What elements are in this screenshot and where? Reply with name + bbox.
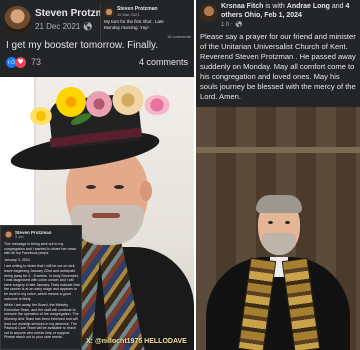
right-post-panel: Krsnaa Fitch is with Andrae Long and 4 o… [196,0,360,350]
note-paragraph: While I am away, the Board, the Ministry… [4,303,79,340]
note-paragraph: I am writing to share that I will be out… [4,264,80,301]
comments-link[interactable]: 4 comments [139,57,188,67]
avatar [104,7,114,17]
embedded-post-text: My turn for the first shot . Late Monday… [104,19,164,30]
avatar[interactable] [4,6,31,33]
avatar [4,230,13,239]
flower [56,87,86,117]
embedded-comment-count: 15 comments [166,34,191,39]
post-photo[interactable] [196,107,360,350]
flower [30,107,52,125]
embedded-post[interactable]: Steven Protzman 12 Mar 2021 My turn for … [100,3,194,43]
post-date[interactable]: 21 Dec 2021 🌎︎ [35,22,93,31]
post-text: Please say a prayer for our friend and m… [200,32,356,101]
flower [112,85,144,115]
note-paragraph: January 3, 2024 [4,257,30,262]
embedded-post-date: 12 Mar 2021 [117,12,140,17]
left-post-panel: Steven Protzman 21 Dec 2021 🌎︎ Steven Pr… [0,0,194,350]
love-icon[interactable]: ♥ [15,57,26,68]
flower [144,95,170,115]
reaction-row: 👍︎ ♥ 73 4 comments [6,57,190,69]
post-header-line: Krsnaa Fitch is with Andrae Long and 4 o… [221,3,350,19]
author-name[interactable]: Krsnaa Fitch [221,3,263,10]
reaction-count[interactable]: 73 [31,57,41,67]
watermark: X: @nillocht1975 HELLODAVE [86,338,187,345]
globe-icon: · 🌎︎ [231,21,243,28]
tagged-person[interactable]: Andrae Long [287,3,330,10]
location-date: Ohio, Feb 1, 2024 [244,11,302,19]
avatar[interactable] [200,4,218,22]
note-date: 3 Jan [15,235,24,239]
post-time[interactable]: 1 h · 🌎︎ [221,21,242,28]
note-body: This message is being sent out to my con… [4,242,80,342]
note-card[interactable]: Steven Protzman 3 Jan This message is be… [0,225,82,350]
post-text: I get my booster tomorrow. Finally. [6,40,159,51]
note-paragraph: This message is being sent out to my con… [4,242,76,256]
left-post-header: Steven Protzman 21 Dec 2021 🌎︎ Steven Pr… [0,0,194,76]
globe-icon: 🌎︎ [82,22,93,31]
